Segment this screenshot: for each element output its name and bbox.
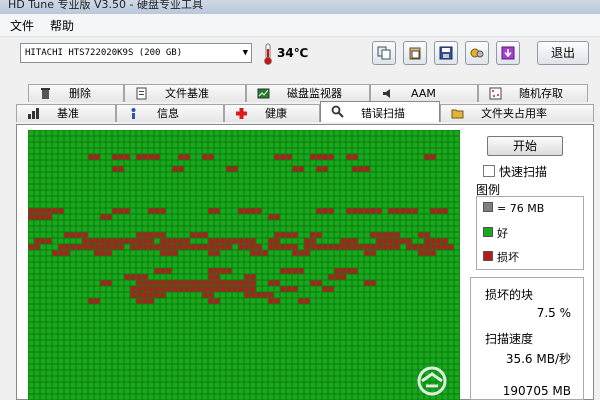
legend-item-block-size: = 76 MB (483, 202, 544, 215)
window-title: HD Tune 专业版 V3.50 - 硬盘专业工具 (8, 0, 203, 11)
damaged-block (130, 244, 232, 250)
info-icon (131, 108, 136, 119)
tab-random-access[interactable]: 随机存取 (478, 84, 588, 102)
options-button[interactable] (465, 41, 489, 65)
title-bar: HD Tune 专业版 V3.50 - 硬盘专业工具 (0, 0, 600, 14)
red-swatch (483, 251, 493, 261)
menu-file[interactable]: 文件 (10, 17, 34, 34)
file-benchmark-icon (136, 87, 147, 100)
speaker-icon (383, 89, 390, 98)
download-button[interactable] (496, 41, 520, 65)
drive-select-value: HITACHI HTS722020K9S (200 GB) (25, 48, 183, 58)
block-map (28, 130, 460, 400)
tab-info[interactable]: 信息 (116, 104, 224, 122)
damaged-block (418, 250, 436, 256)
temperature-readout: 34℃ (277, 46, 309, 60)
damaged-block (52, 250, 70, 256)
legend-item-damaged: 损坏 (483, 249, 519, 265)
damaged-block (328, 274, 346, 280)
watermark-logo-icon (417, 366, 447, 396)
quick-scan-label: 快速扫描 (499, 165, 548, 179)
damaged-block (340, 238, 358, 244)
folder-usage-icon (451, 109, 464, 119)
damaged-block (112, 208, 130, 214)
download-icon (501, 46, 515, 60)
toolbar: HITACHI HTS722020K9S (200 GB) ▼ 34℃ 退出 (0, 37, 600, 73)
damaged-block (148, 208, 166, 214)
chevron-down-icon: ▼ (242, 48, 248, 58)
damaged-block (160, 250, 178, 256)
damaged-block (280, 286, 298, 292)
damaged-block (250, 250, 268, 256)
damaged-block (112, 154, 130, 160)
thermometer-icon (264, 43, 272, 65)
damaged-block (136, 298, 154, 304)
damaged-block (58, 244, 124, 250)
damaged-block (388, 208, 418, 214)
scan-block-grid (28, 130, 460, 400)
drive-select[interactable]: HITACHI HTS722020K9S (200 GB) ▼ (20, 43, 252, 63)
scan-speed-value: 35.6 MB/秒 (505, 352, 571, 366)
tab-folder-usage[interactable]: 文件夹占用率 (440, 104, 594, 122)
save-button[interactable] (434, 41, 458, 65)
damaged-block (430, 208, 448, 214)
damaged-block (34, 238, 52, 244)
legend: = 76 MB 好 损坏 (476, 196, 584, 270)
damaged-block (154, 268, 172, 274)
tab-health[interactable]: 健康 (224, 104, 320, 122)
legend-item-good: 好 (483, 225, 508, 241)
paste-button[interactable] (403, 41, 427, 65)
damaged-block (244, 292, 274, 298)
gray-swatch (483, 202, 493, 212)
benchmark-icon (28, 108, 39, 119)
checkbox-box[interactable] (483, 165, 495, 177)
damaged-block (136, 232, 166, 238)
scan-position-value: 190705 MB (502, 384, 571, 398)
damaged-block (274, 154, 292, 160)
damaged-block (292, 250, 310, 256)
tab-aam[interactable]: AAM (370, 84, 478, 102)
trash-icon (41, 88, 50, 99)
damaged-blocks-label: 损坏的块 (485, 288, 534, 302)
quick-scan-checkbox[interactable]: 快速扫描 (483, 163, 547, 180)
exit-button[interactable]: 退出 (537, 41, 589, 65)
tab-error-scan[interactable]: 错误扫描 (320, 101, 440, 122)
tab-disk-monitor[interactable]: 磁盘监视器 (246, 84, 370, 102)
scan-stats: 损坏的块 7.5 % 扫描速度 35.6 MB/秒 190705 MB (470, 277, 584, 400)
options-icon (470, 48, 484, 58)
damaged-block (268, 244, 298, 250)
damaged-block (160, 238, 190, 244)
damaged-block (94, 250, 112, 256)
tab-erase[interactable]: 删除 (28, 84, 124, 102)
tab-benchmark[interactable]: 基准 (16, 104, 116, 122)
copy-icon (377, 46, 391, 60)
damaged-block (370, 232, 400, 238)
disk-monitor-icon (257, 88, 270, 99)
green-swatch (483, 227, 493, 237)
damaged-block (316, 208, 334, 214)
scan-speed-label: 扫描速度 (485, 332, 534, 346)
start-button[interactable]: 开始 (487, 136, 563, 156)
copy-button[interactable] (372, 41, 396, 65)
tab-file-benchmark[interactable]: 文件基准 (124, 84, 246, 102)
random-access-icon (489, 87, 502, 100)
damaged-blocks-value: 7.5 % (536, 306, 571, 320)
damaged-block (130, 286, 256, 292)
menu-bar: 文件 帮助 (0, 14, 600, 37)
paste-icon (409, 47, 421, 60)
damaged-block (352, 166, 370, 172)
damaged-block (190, 232, 208, 238)
save-icon (439, 46, 453, 60)
menu-help[interactable]: 帮助 (50, 17, 74, 34)
health-icon (236, 108, 247, 119)
error-scan-icon (331, 105, 344, 118)
